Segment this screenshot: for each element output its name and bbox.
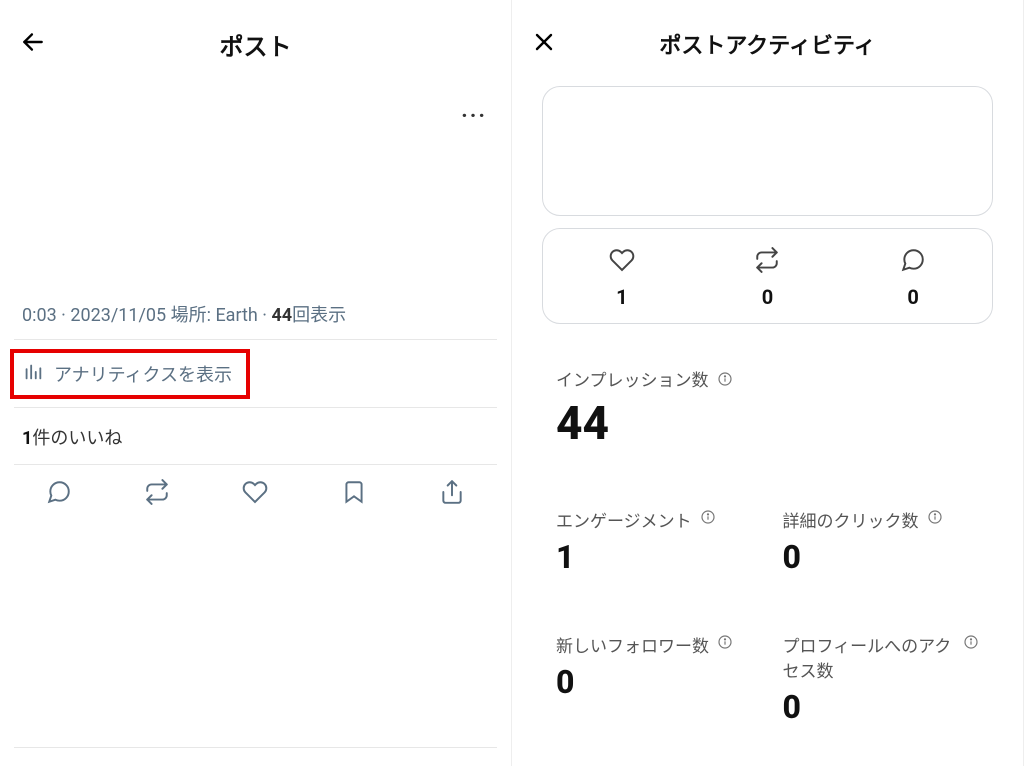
metric-detail-clicks-label: 詳細のクリック数 [783, 507, 919, 532]
info-icon[interactable] [927, 509, 943, 525]
metric-detail-clicks-value: 0 [783, 538, 980, 576]
metric-engagement-value: 1 [556, 538, 753, 576]
metric-profile-visits-label: プロフィールへのアクセス数 [783, 632, 956, 682]
metric-new-followers-label: 新しいフォロワー数 [556, 632, 709, 657]
stat-likes-value: 1 [616, 285, 627, 309]
stat-retweets[interactable]: 0 [754, 247, 780, 309]
meta-sep1: · [57, 305, 71, 326]
metric-engagement-label: エンゲージメント [556, 507, 692, 532]
likes-row[interactable]: 1件のいいね [0, 408, 511, 464]
stat-retweets-value: 0 [762, 285, 773, 309]
meta-views-number: 44 [271, 305, 292, 326]
metric-impressions-label-row: インプレッション数 [556, 366, 979, 391]
post-preview-card [542, 86, 993, 216]
post-content-area [0, 129, 511, 299]
info-icon[interactable] [717, 634, 733, 650]
stats-summary-card: 1 0 0 [542, 228, 993, 324]
heart-icon [609, 247, 635, 277]
page-title-right: ポストアクティビティ [512, 28, 1023, 60]
analytics-icon [22, 360, 44, 387]
meta-place-prefix: 場所: [166, 305, 215, 326]
metric-detail-clicks: 詳細のクリック数 0 [783, 507, 980, 576]
bookmark-button[interactable] [341, 479, 367, 509]
share-button[interactable] [439, 479, 465, 509]
metric-profile-visits: プロフィールへのアクセス数 0 [783, 632, 980, 726]
metric-new-followers-value: 0 [556, 663, 753, 701]
metric-new-followers: 新しいフォロワー数 0 [556, 632, 753, 726]
like-button[interactable] [242, 479, 268, 509]
info-icon[interactable] [963, 634, 979, 650]
retweet-button[interactable] [144, 479, 170, 509]
header-right: ポストアクティビティ [512, 0, 1023, 74]
left-panel: ポスト ··· 0:03 · 2023/11/05 場所: Earth · 44… [0, 0, 512, 766]
view-analytics-button[interactable]: アナリティクスを表示 [14, 350, 497, 397]
header-left: ポスト [0, 0, 511, 74]
stat-likes[interactable]: 1 [609, 247, 635, 309]
action-bar [0, 465, 511, 523]
info-icon[interactable] [717, 371, 733, 387]
more-button[interactable]: ··· [461, 104, 487, 129]
meta-time: 0:03 [22, 305, 57, 326]
metric-engagement: エンゲージメント 1 [556, 507, 753, 576]
metrics-area: インプレッション数 44 エンゲージメント 1 詳細のクリック数 [512, 336, 1023, 726]
metric-impressions-value: 44 [556, 397, 979, 451]
post-meta: 0:03 · 2023/11/05 場所: Earth · 44回表示 [0, 299, 511, 339]
metric-profile-visits-value: 0 [783, 688, 980, 726]
likes-label: 件のいいね [32, 428, 122, 449]
divider-bottom [14, 747, 497, 748]
meta-date: 2023/11/05 [70, 305, 166, 326]
reply-button[interactable] [46, 479, 72, 509]
right-panel: ポストアクティビティ 1 0 0 インプレッション数 [512, 0, 1024, 766]
meta-place: Earth [215, 305, 257, 326]
retweet-icon [754, 247, 780, 277]
analytics-label: アナリティクスを表示 [54, 361, 232, 387]
more-row: ··· [0, 74, 511, 129]
page-title-left: ポスト [0, 27, 511, 62]
info-icon[interactable] [700, 509, 716, 525]
meta-views-label: 回表示 [292, 305, 346, 326]
metric-impressions: インプレッション数 44 [556, 366, 979, 451]
likes-count: 1 [22, 428, 32, 449]
meta-sep2: · [258, 305, 272, 326]
reply-icon [900, 247, 926, 277]
stat-replies[interactable]: 0 [900, 247, 926, 309]
stat-replies-value: 0 [907, 285, 918, 309]
divider [14, 339, 497, 340]
metric-impressions-label: インプレッション数 [556, 366, 709, 391]
